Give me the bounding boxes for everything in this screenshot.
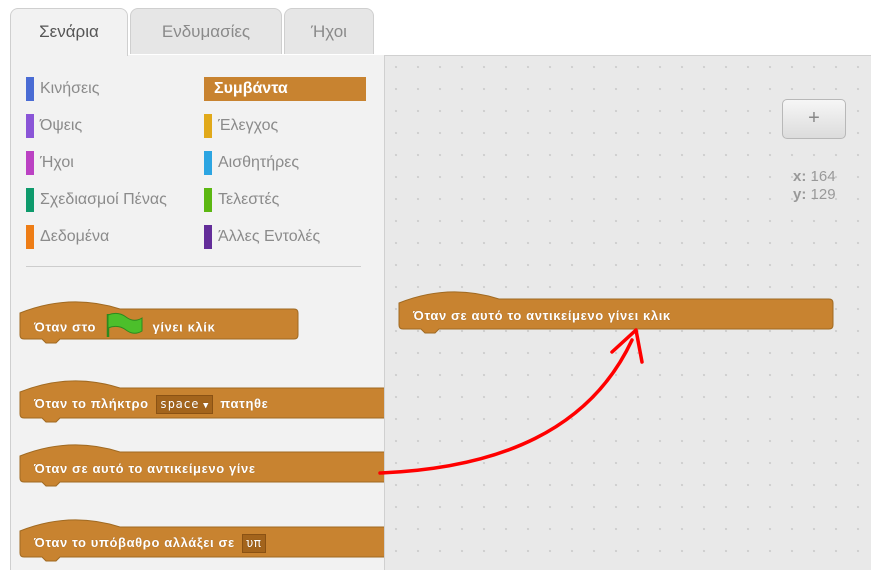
- category-data[interactable]: Δεδομένα: [26, 225, 196, 249]
- when-key-pressed-block[interactable]: Όταν το πλήκτρο space ▼ πατηθε: [19, 380, 401, 423]
- category-color-swatch: [204, 188, 212, 212]
- block-text: Όταν το πλήκτρο space ▼ πατηθε: [34, 395, 268, 414]
- category-label: Δεδομένα: [40, 228, 110, 245]
- x-label: x:: [793, 168, 807, 185]
- x-value: 164: [810, 168, 836, 185]
- category-color-swatch: [204, 114, 212, 138]
- category-label: Έλεγχος: [218, 117, 279, 134]
- key-dropdown-value: space: [159, 397, 200, 411]
- category-color-swatch: [26, 188, 34, 212]
- category-label: Τελεστές: [218, 191, 280, 208]
- category-pen[interactable]: Σχεδιασμοί Πένας: [26, 188, 204, 212]
- category-color-swatch: [204, 151, 212, 175]
- category-operators[interactable]: Τελεστές: [204, 188, 374, 212]
- category-label: Σχεδιασμοί Πένας: [40, 191, 167, 208]
- y-value: 129: [810, 186, 836, 203]
- block-label-after: γίνει κλίκ: [152, 319, 216, 335]
- hat-block-shape: [398, 291, 834, 334]
- category-color-swatch: [26, 151, 34, 175]
- backdrop-dropdown[interactable]: υπ: [241, 534, 266, 553]
- category-label: Αισθητήρες: [218, 154, 300, 171]
- category-color-swatch: [26, 225, 34, 249]
- category-label: Όψεις: [40, 117, 83, 134]
- category-looks[interactable]: Όψεις: [26, 114, 196, 138]
- block-text: Όταν το υπόβαθρο αλλάξει σε υπ: [34, 534, 269, 553]
- script-when-sprite-clicked-block[interactable]: Όταν σε αυτό το αντικείμενο γίνει κλικ: [398, 291, 834, 334]
- dropdown-caret-icon: ▼: [203, 401, 210, 411]
- key-dropdown[interactable]: space ▼: [155, 395, 214, 414]
- block-text: Όταν σε αυτό το αντικείμενο γίνε: [34, 461, 256, 476]
- backdrop-dropdown-value: υπ: [245, 536, 262, 550]
- block-label-before: Όταν στο: [34, 319, 97, 335]
- block-label-before: Όταν το υπόβαθρο αλλάξει σε: [34, 534, 235, 550]
- category-label: Συμβάντα: [214, 80, 288, 97]
- zoom-in-button[interactable]: +: [782, 99, 846, 139]
- category-motion[interactable]: Κινήσεις: [26, 77, 196, 101]
- category-sound[interactable]: Ήχοι: [26, 151, 196, 175]
- category-label: Άλλες Εντολές: [218, 228, 321, 245]
- category-events[interactable]: Συμβάντα: [204, 77, 366, 101]
- block-label-after: πατηθε: [220, 395, 269, 411]
- category-color-swatch: [26, 114, 34, 138]
- when-sprite-clicked-block[interactable]: Όταν σε αυτό το αντικείμενο γίνε: [19, 444, 401, 487]
- block-label-before: Όταν το πλήκτρο: [34, 395, 149, 411]
- category-more-blocks[interactable]: Άλλες Εντολές: [204, 225, 374, 249]
- tab-scripts[interactable]: Σενάρια: [10, 8, 128, 56]
- mouse-x-readout: x: 164: [793, 168, 836, 185]
- category-control[interactable]: Έλεγχος: [204, 114, 374, 138]
- block-text: Όταν στο γίνει κλίκ: [34, 312, 216, 338]
- when-flag-clicked-block[interactable]: Όταν στο γίνει κλίκ: [19, 301, 299, 344]
- category-divider: [26, 266, 361, 267]
- category-label: Κινήσεις: [40, 80, 100, 97]
- category-color-swatch: [204, 225, 212, 249]
- hat-block-shape: [19, 444, 401, 487]
- y-label: y:: [793, 186, 807, 203]
- tab-costumes[interactable]: Ενδυμασίες: [130, 8, 282, 54]
- scratch-editor: Σενάρια Ενδυμασίες Ήχοι Κινήσεις Όψεις Ή…: [0, 0, 871, 570]
- mouse-y-readout: y: 129: [793, 186, 836, 203]
- tab-sounds[interactable]: Ήχοι: [284, 8, 374, 54]
- script-area[interactable]: + x: 164 y: 129 Όταν σε αυτό το αντικείμ…: [384, 55, 871, 570]
- block-text: Όταν σε αυτό το αντικείμενο γίνει κλικ: [413, 308, 671, 323]
- category-label: Ήχοι: [40, 154, 74, 171]
- green-flag-icon: [107, 312, 143, 337]
- category-color-swatch: [26, 77, 34, 101]
- category-sensing[interactable]: Αισθητήρες: [204, 151, 374, 175]
- when-backdrop-switches-block[interactable]: Όταν το υπόβαθρο αλλάξει σε υπ: [19, 519, 401, 562]
